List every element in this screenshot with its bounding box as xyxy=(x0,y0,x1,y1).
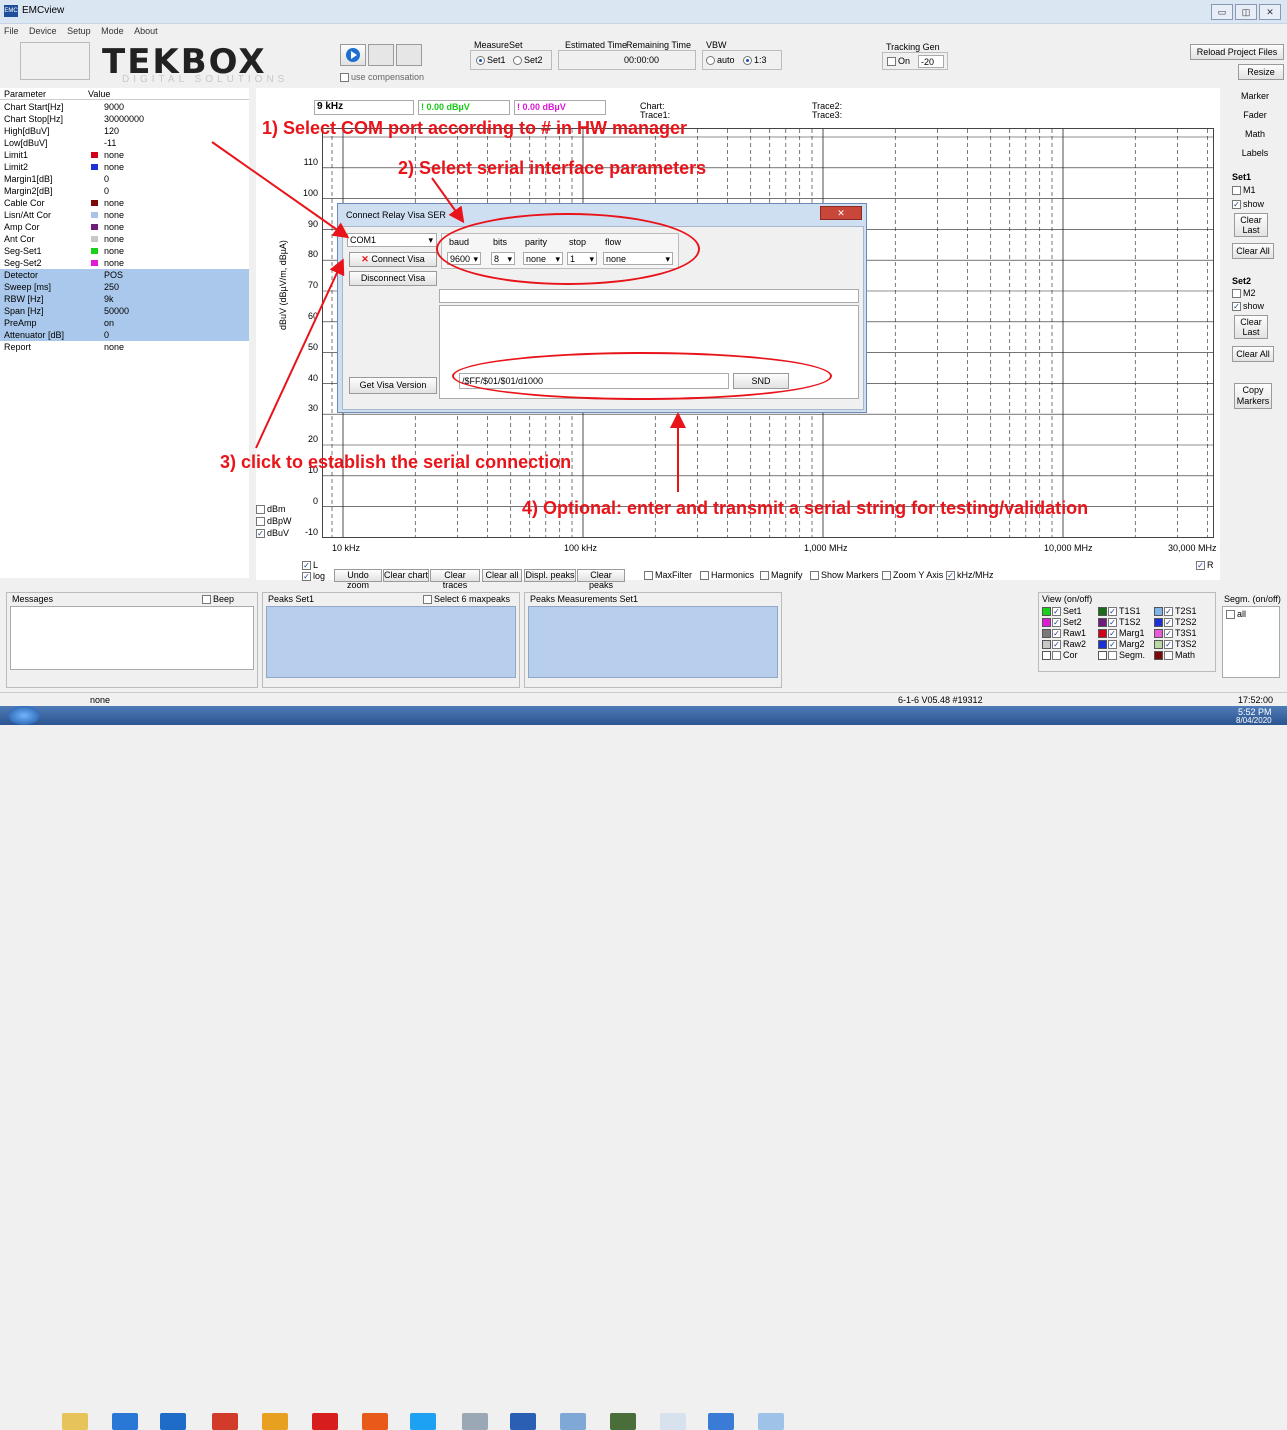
view-label: Cor xyxy=(1063,650,1078,660)
winrar-icon[interactable] xyxy=(610,1413,636,1430)
chrome-icon[interactable] xyxy=(262,1413,288,1430)
view-toggle-marg1[interactable]: ✓ Marg1 xyxy=(1098,628,1145,639)
view-checkbox[interactable]: ✓ xyxy=(1108,618,1117,628)
view-toggle-raw1[interactable]: ✓ Raw1 xyxy=(1042,628,1087,639)
view-label: T1S1 xyxy=(1119,606,1141,616)
view-color-swatch xyxy=(1154,618,1163,628)
word-icon[interactable] xyxy=(510,1413,536,1430)
segm-all-toggle[interactable]: all xyxy=(1226,609,1247,620)
view-toggle-t2s2[interactable]: ✓ T2S2 xyxy=(1154,617,1197,628)
select6-toggle[interactable]: Select 6 maxpeaks xyxy=(423,594,511,605)
view-checkbox[interactable]: ✓ xyxy=(1052,618,1061,628)
peaks-set1-list xyxy=(266,606,516,678)
view-color-swatch xyxy=(1154,607,1163,617)
status-bar: none 6-1-6 V05.48 #19312 17:52:00 xyxy=(0,692,1287,706)
view-label: Set2 xyxy=(1063,617,1082,627)
view-label: Math xyxy=(1175,650,1196,660)
view-label: Set1 xyxy=(1063,606,1082,616)
segm-all-label: all xyxy=(1237,609,1247,619)
view-toggle-t3s1[interactable]: ✓ T3S1 xyxy=(1154,628,1197,639)
peaks-set1-label: Peaks Set1 xyxy=(268,594,315,604)
view-checkbox[interactable]: ✓ xyxy=(1108,607,1117,617)
view-label: T2S2 xyxy=(1175,617,1197,627)
taskbar-date: 8/04/2020 xyxy=(1236,716,1272,725)
view-checkbox[interactable]: ✓ xyxy=(1164,629,1173,639)
view-color-swatch xyxy=(1098,640,1107,650)
view-color-swatch xyxy=(1042,651,1051,661)
view-checkbox[interactable]: ✓ xyxy=(1052,640,1061,650)
view-color-swatch xyxy=(1098,629,1107,639)
beep-toggle[interactable]: Beep xyxy=(202,594,235,605)
view-toggle-t2s1[interactable]: ✓ T2S1 xyxy=(1154,606,1197,617)
view-toggle-math[interactable]: Math xyxy=(1154,650,1196,661)
windows-taskbar: 5:52 PM 8/04/2020 xyxy=(0,706,1287,1430)
calculator-icon[interactable] xyxy=(462,1413,488,1430)
remote-desktop-icon[interactable] xyxy=(560,1413,586,1430)
view-label: Marg1 xyxy=(1119,628,1145,638)
view-color-swatch xyxy=(1042,618,1051,628)
view-toggle-raw2[interactable]: ✓ Raw2 xyxy=(1042,639,1087,650)
view-toggle-t1s1[interactable]: ✓ T1S1 xyxy=(1098,606,1141,617)
view-color-swatch xyxy=(1042,607,1051,617)
peaks-meas-label: Peaks Measurements Set1 xyxy=(530,594,639,604)
view-label: T1S2 xyxy=(1119,617,1141,627)
view-color-swatch xyxy=(1098,651,1107,661)
view-label: View (on/off) xyxy=(1042,594,1093,604)
skype-icon[interactable] xyxy=(410,1413,436,1430)
messages-label: Messages xyxy=(12,594,54,604)
pdf-icon[interactable] xyxy=(362,1413,388,1430)
view-color-swatch xyxy=(1098,607,1107,617)
view-label: Raw2 xyxy=(1063,639,1087,649)
view-checkbox[interactable] xyxy=(1108,651,1117,661)
outlook-icon[interactable] xyxy=(160,1413,186,1430)
view-label: Segm. xyxy=(1119,650,1146,660)
view-checkbox[interactable] xyxy=(1052,651,1061,661)
segm-label: Segm. (on/off) xyxy=(1224,594,1281,604)
status-time: 17:52:00 xyxy=(1238,695,1274,705)
view-color-swatch xyxy=(1154,651,1163,661)
view-checkbox[interactable]: ✓ xyxy=(1108,629,1117,639)
view-checkbox[interactable]: ✓ xyxy=(1164,640,1173,650)
start-button-icon[interactable] xyxy=(8,706,40,725)
view-toggle-t1s2[interactable]: ✓ T1S2 xyxy=(1098,617,1141,628)
view-toggle-cor[interactable]: Cor xyxy=(1042,650,1078,661)
view-label: T2S1 xyxy=(1175,606,1197,616)
explorer-icon[interactable] xyxy=(62,1413,88,1430)
view-checkbox[interactable]: ✓ xyxy=(1164,618,1173,628)
view-checkbox[interactable] xyxy=(1164,651,1173,661)
view-toggle-set2[interactable]: ✓ Set2 xyxy=(1042,617,1082,628)
peaks-meas-list xyxy=(528,606,778,678)
view-color-swatch xyxy=(1042,629,1051,639)
view-toggle-set1[interactable]: ✓ Set1 xyxy=(1042,606,1082,617)
app-icon-2[interactable] xyxy=(312,1413,338,1430)
select6-label: Select 6 maxpeaks xyxy=(434,594,511,604)
messages-box xyxy=(10,606,254,670)
view-toggle-t3s2[interactable]: ✓ T3S2 xyxy=(1154,639,1197,650)
view-label: T3S2 xyxy=(1175,639,1197,649)
view-label: Raw1 xyxy=(1063,628,1087,638)
view-label: Marg2 xyxy=(1119,639,1145,649)
status-left: none xyxy=(90,695,111,705)
media-player-icon[interactable] xyxy=(112,1413,138,1430)
view-label: T3S1 xyxy=(1175,628,1197,638)
emcview-taskbar-icon[interactable] xyxy=(708,1413,734,1430)
app-icon-1[interactable] xyxy=(212,1413,238,1430)
view-checkbox[interactable]: ✓ xyxy=(1052,629,1061,639)
notepad-icon[interactable] xyxy=(660,1413,686,1430)
app-icon-3[interactable] xyxy=(758,1413,784,1430)
view-toggle-segm[interactable]: Segm. xyxy=(1098,650,1146,661)
view-color-swatch xyxy=(1154,629,1163,639)
view-checkbox[interactable]: ✓ xyxy=(1052,607,1061,617)
view-color-swatch xyxy=(1154,640,1163,650)
view-color-swatch xyxy=(1098,618,1107,628)
view-checkbox[interactable]: ✓ xyxy=(1164,607,1173,617)
status-version: 6-1-6 V05.48 #19312 xyxy=(898,695,983,705)
beep-label: Beep xyxy=(213,594,235,604)
view-toggle-marg2[interactable]: ✓ Marg2 xyxy=(1098,639,1145,650)
view-color-swatch xyxy=(1042,640,1051,650)
view-checkbox[interactable]: ✓ xyxy=(1108,640,1117,650)
